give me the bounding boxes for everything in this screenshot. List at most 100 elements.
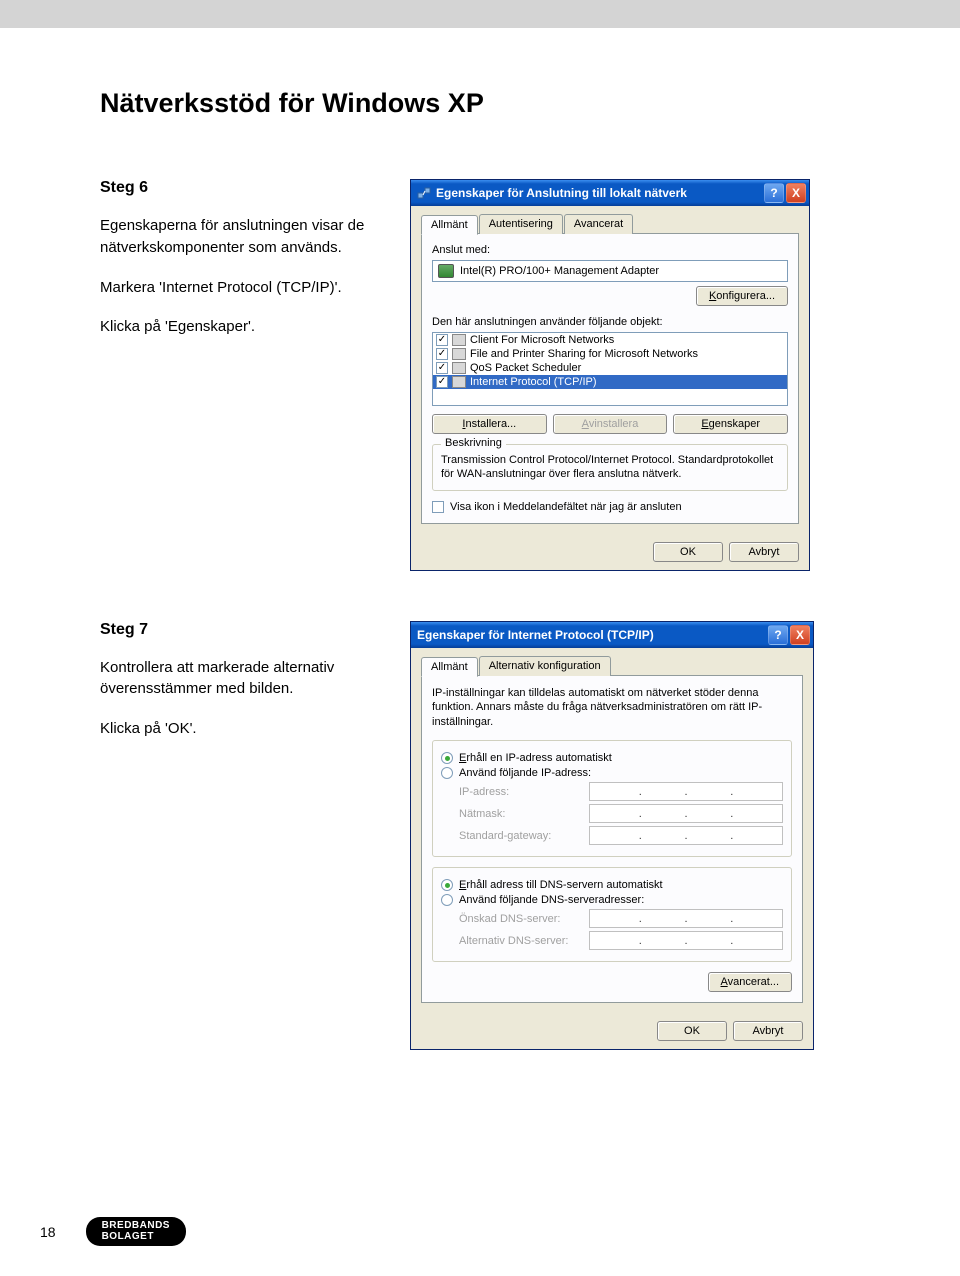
ip-input[interactable]: ... xyxy=(589,782,783,801)
step6-p2: Markera 'Internet Protocol (TCP/IP)'. xyxy=(100,277,380,299)
ip-input[interactable]: ... xyxy=(589,826,783,845)
ok-button[interactable]: OK xyxy=(653,542,723,562)
logo-line1: BREDBANDS xyxy=(102,1221,170,1232)
dialog-buttons: OK Avbryt xyxy=(411,534,809,570)
ip-input[interactable]: ... xyxy=(589,804,783,823)
radio-manual-dns[interactable]: Använd följande DNS-serveradresser: xyxy=(441,894,783,906)
field-dns1: Önskad DNS-server: ... xyxy=(459,909,783,928)
close-button[interactable]: X xyxy=(790,625,810,645)
list-item-label: Client For Microsoft Networks xyxy=(470,334,614,346)
list-item-selected[interactable]: ✓ Internet Protocol (TCP/IP) xyxy=(433,375,787,389)
show-icon-label: Visa ikon i Meddelandefältet när jag är … xyxy=(450,501,682,513)
field-label: Önskad DNS-server: xyxy=(459,913,589,925)
radio-label: Använd följande DNS-serveradresser: xyxy=(459,894,644,906)
checkbox-icon[interactable]: ✓ xyxy=(436,376,448,388)
field-label: Alternativ DNS-server: xyxy=(459,935,589,947)
tab-advanced[interactable]: Avancerat xyxy=(564,214,633,234)
checkbox-icon[interactable]: ✓ xyxy=(436,362,448,374)
help-button[interactable]: ? xyxy=(768,625,788,645)
uninstall-button[interactable]: Avinstallera xyxy=(553,414,668,434)
step7-heading: Steg 7 xyxy=(100,621,380,639)
page-footer: 18 BREDBANDS BOLAGET xyxy=(40,1217,186,1246)
radio-auto-dns[interactable]: Erhåll adress till DNS-servern automatis… xyxy=(441,879,783,891)
radio-icon[interactable] xyxy=(441,879,453,891)
component-icon xyxy=(452,334,466,346)
dialog-buttons: OK Avbryt xyxy=(411,1013,813,1049)
radio-auto-ip[interactable]: Erhåll en IP-adress automatiskt xyxy=(441,752,783,764)
step6-p3: Klicka på 'Egenskaper'. xyxy=(100,316,380,338)
tab-page-general: IP-inställningar kan tilldelas automatis… xyxy=(421,675,803,1004)
tabstrip: Allmänt Alternativ konfiguration xyxy=(421,656,803,676)
field-dns2: Alternativ DNS-server: ... xyxy=(459,931,783,950)
window-body: Allmänt Autentisering Avancerat Anslut m… xyxy=(411,206,809,534)
properties-button[interactable]: Egenskaper xyxy=(673,414,788,434)
radio-icon[interactable] xyxy=(441,767,453,779)
titlebar[interactable]: Egenskaper för Internet Protocol (TCP/IP… xyxy=(411,622,813,648)
step7-row: Steg 7 Kontrollera att markerade alterna… xyxy=(100,621,900,1051)
adapter-box: Intel(R) PRO/100+ Management Adapter xyxy=(432,260,788,282)
tab-alt-config[interactable]: Alternativ konfiguration xyxy=(479,656,611,676)
close-button[interactable]: X xyxy=(786,183,806,203)
dns-group: Erhåll adress till DNS-servern automatis… xyxy=(432,867,792,962)
components-label: Den här anslutningen använder följande o… xyxy=(432,316,788,328)
logo-line2: BOLAGET xyxy=(102,1232,170,1243)
tab-authentication[interactable]: Autentisering xyxy=(479,214,563,234)
field-label: Standard-gateway: xyxy=(459,830,589,842)
list-item[interactable]: ✓ File and Printer Sharing for Microsoft… xyxy=(433,347,787,361)
install-button[interactable]: Installera... xyxy=(432,414,547,434)
radio-icon[interactable] xyxy=(441,894,453,906)
step7-text-column: Steg 7 Kontrollera att markerade alterna… xyxy=(100,621,380,758)
field-gateway: Standard-gateway: ... xyxy=(459,826,783,845)
top-bar xyxy=(0,0,960,28)
checkbox-icon[interactable]: ✓ xyxy=(436,348,448,360)
connect-with-label: Anslut med: xyxy=(432,244,788,256)
checkbox-icon[interactable] xyxy=(432,501,444,513)
step6-text-column: Steg 6 Egenskaperna för anslutningen vis… xyxy=(100,179,380,356)
tab-general[interactable]: Allmänt xyxy=(421,215,478,235)
show-icon-row[interactable]: Visa ikon i Meddelandefältet när jag är … xyxy=(432,501,788,513)
list-item[interactable]: ✓ QoS Packet Scheduler xyxy=(433,361,787,375)
radio-icon[interactable] xyxy=(441,752,453,764)
ok-button[interactable]: OK xyxy=(657,1021,727,1041)
window-title: Egenskaper för Internet Protocol (TCP/IP… xyxy=(417,628,766,642)
help-button[interactable]: ? xyxy=(764,183,784,203)
tab-general[interactable]: Allmänt xyxy=(421,657,478,677)
description-title: Beskrivning xyxy=(441,437,506,449)
component-icon xyxy=(452,376,466,388)
page-number: 18 xyxy=(40,1224,56,1240)
advanced-button[interactable]: Avancerat... xyxy=(708,972,793,992)
bredbandsbolaget-logo: BREDBANDS BOLAGET xyxy=(86,1217,186,1246)
adapter-name: Intel(R) PRO/100+ Management Adapter xyxy=(460,265,659,277)
window-title: Egenskaper för Anslutning till lokalt nä… xyxy=(436,186,762,200)
list-item[interactable]: ✓ Client For Microsoft Networks xyxy=(433,333,787,347)
lan-properties-window: Egenskaper för Anslutning till lokalt nä… xyxy=(410,179,810,571)
ip-input[interactable]: ... xyxy=(589,931,783,950)
cancel-button[interactable]: Avbryt xyxy=(729,542,799,562)
window-body: Allmänt Alternativ konfiguration IP-inst… xyxy=(411,648,813,1014)
list-item-label: Internet Protocol (TCP/IP) xyxy=(470,376,597,388)
description-text: Transmission Control Protocol/Internet P… xyxy=(441,453,779,482)
configure-button[interactable]: Konfigurera... xyxy=(696,286,788,306)
tabstrip: Allmänt Autentisering Avancerat xyxy=(421,214,799,234)
step6-row: Steg 6 Egenskaperna för anslutningen vis… xyxy=(100,179,900,571)
nic-icon xyxy=(438,264,454,278)
description-group: Beskrivning Transmission Control Protoco… xyxy=(432,444,788,491)
list-item-label: File and Printer Sharing for Microsoft N… xyxy=(470,348,698,360)
step7-p2: Klicka på 'OK'. xyxy=(100,718,380,740)
page-title: Nätverksstöd för Windows XP xyxy=(100,88,900,119)
step7-p1: Kontrollera att markerade alternativ öve… xyxy=(100,657,380,701)
field-ip-address: IP-adress: ... xyxy=(459,782,783,801)
step6-p1: Egenskaperna för anslutningen visar de n… xyxy=(100,215,380,259)
ip-input[interactable]: ... xyxy=(589,909,783,928)
component-buttons: Installera... Avinstallera Egenskaper xyxy=(432,414,788,434)
checkbox-icon[interactable]: ✓ xyxy=(436,334,448,346)
cancel-button[interactable]: Avbryt xyxy=(733,1021,803,1041)
list-item-label: QoS Packet Scheduler xyxy=(470,362,581,374)
field-label: Nätmask: xyxy=(459,808,589,820)
titlebar[interactable]: Egenskaper för Anslutning till lokalt nä… xyxy=(411,180,809,206)
radio-manual-ip[interactable]: Använd följande IP-adress: xyxy=(441,767,783,779)
tcpip-properties-window: Egenskaper för Internet Protocol (TCP/IP… xyxy=(410,621,814,1051)
components-listbox[interactable]: ✓ Client For Microsoft Networks ✓ File a… xyxy=(432,332,788,406)
document-page: Nätverksstöd för Windows XP Steg 6 Egens… xyxy=(0,28,960,1276)
radio-label: Använd följande IP-adress: xyxy=(459,767,591,779)
